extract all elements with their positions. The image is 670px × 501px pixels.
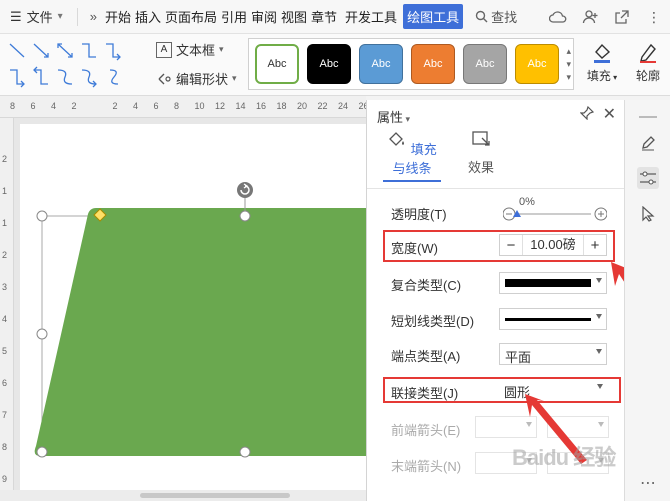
tab-view[interactable]: 视图 [279, 7, 309, 26]
ruler-tick: 20 [297, 101, 308, 111]
chevron-down-icon: ▾ [610, 73, 618, 82]
more-icon[interactable]: ⋯ [637, 472, 659, 494]
right-side-toolbar: ⋯ [624, 100, 670, 501]
vertical-ruler: 2 1 1 2 3 4 5 6 7 8 9 [0, 118, 14, 490]
tab-developer[interactable]: 开发工具 [343, 7, 399, 26]
ruler-tick: 18 [276, 101, 287, 111]
chevron-down-icon: ▾ [57, 11, 63, 22]
file-menu[interactable]: ☰ 文件 ▾ [0, 0, 71, 33]
menu-bar: ☰ 文件 ▾ » 开始 插入 页面布局 引用 审阅 视图 章节 开发工具 绘图工… [0, 0, 670, 34]
line-shapes-icon [9, 43, 121, 88]
fill-button[interactable]: 填充 ▾ [582, 40, 622, 84]
tab-review[interactable]: 审阅 [249, 7, 279, 26]
ruler-tick: 10 [194, 101, 205, 111]
collapse-handle-icon[interactable] [637, 106, 659, 128]
ruler-tick: 24 [338, 101, 349, 111]
scrollbar-thumb[interactable] [140, 493, 290, 498]
ruler-tick: 12 [215, 101, 226, 111]
edit-shape-button[interactable]: 编辑形状 ▾ [156, 69, 237, 88]
selected-shape-layer [34, 182, 366, 458]
style-pen-icon[interactable] [637, 132, 659, 154]
export-icon[interactable] [612, 7, 632, 27]
ruler-tick: 4 [51, 101, 57, 111]
ruler-tick: 6 [2, 378, 8, 388]
trapezoid-shape[interactable] [34, 208, 366, 456]
ruler-tick: 14 [235, 101, 246, 111]
horizontal-scrollbar[interactable] [0, 490, 366, 501]
ruler-tick: 7 [2, 410, 8, 420]
ruler-tick: 8 [10, 101, 16, 111]
document-canvas [14, 118, 366, 490]
tab-chapter[interactable]: 章节 [309, 7, 339, 26]
line-shapes-gallery[interactable] [6, 40, 126, 90]
ruler-tick: 6 [153, 101, 159, 111]
watermark: Baidu 经验 [512, 445, 616, 470]
ruler-tick: 2 [2, 154, 8, 164]
resize-handle[interactable] [36, 210, 48, 222]
tab-references[interactable]: 引用 [219, 7, 249, 26]
search-label: 查找 [491, 10, 518, 25]
style-chip-gray[interactable]: Abc [463, 44, 507, 84]
select-cursor-icon[interactable] [637, 203, 659, 225]
divider [76, 7, 78, 26]
paint-bucket-icon [594, 43, 611, 63]
edit-shape-label: 编辑形状 [176, 72, 229, 87]
more-tabs-icon[interactable]: » [84, 9, 103, 24]
ruler-tick: 1 [2, 186, 8, 196]
ruler-tick: 2 [71, 101, 77, 111]
textbox-label: 文本框 [176, 43, 216, 58]
tab-home[interactable]: 开始 [103, 7, 133, 26]
ruler-tick: 2 [2, 250, 8, 260]
style-chip-gold[interactable]: Abc [515, 44, 559, 84]
style-chip-orange[interactable]: Abc [411, 44, 455, 84]
ruler-tick: 2 [112, 101, 118, 111]
search-box[interactable]: 查找 [475, 7, 517, 26]
ruler-tick: 16 [256, 101, 267, 111]
resize-handle[interactable] [239, 210, 251, 222]
ruler-tick: 1 [2, 218, 8, 228]
tab-drawing-tools[interactable]: 绘图工具 [403, 4, 464, 29]
outline-pen-icon [640, 43, 656, 63]
share-user-icon[interactable] [580, 7, 600, 27]
ruler-tick: 9 [2, 474, 8, 484]
ruler-tick: 8 [174, 101, 180, 111]
file-menu-label: 文件 [26, 10, 53, 25]
cloud-sync-icon[interactable] [548, 7, 568, 27]
tab-insert[interactable]: 插入 [133, 7, 163, 26]
textbox-button[interactable]: A 文本框 ▾ [156, 40, 237, 59]
ruler-tick: 6 [30, 101, 36, 111]
ruler-tick: 3 [2, 282, 8, 292]
ruler-tick: 22 [317, 101, 328, 111]
horizontal-ruler: 8 6 4 2 2 4 6 8 10 12 14 16 18 20 22 24 26 [0, 96, 369, 118]
ruler-tick: 8 [2, 442, 8, 452]
ruler-tick: 5 [2, 346, 8, 356]
more-icon[interactable]: ⋮ [644, 7, 664, 27]
tab-page-layout[interactable]: 页面布局 [163, 7, 219, 26]
edit-shape-icon [158, 73, 171, 84]
resize-handle[interactable] [239, 446, 251, 458]
outline-button[interactable]: 轮廓 [628, 40, 668, 84]
style-chip-black[interactable]: Abc [307, 44, 351, 84]
search-icon [475, 10, 488, 23]
style-chip-outline-green[interactable]: Abc [255, 44, 299, 84]
shape-styles-gallery: Abc Abc Abc Abc Abc Abc ▴ ▾ ▾ [248, 38, 574, 90]
ruler-tick: 4 [2, 314, 8, 324]
ruler-tick: 4 [133, 101, 139, 111]
textbox-icon: A [156, 41, 172, 58]
chevron-down-icon: ▾ [219, 44, 224, 54]
style-chip-blue[interactable]: Abc [359, 44, 403, 84]
hamburger-icon: ☰ [10, 8, 22, 24]
chevron-down-icon: ▾ [232, 73, 237, 83]
resize-handle[interactable] [36, 446, 48, 458]
resize-handle[interactable] [36, 328, 48, 340]
ribbon: A 文本框 ▾ 编辑形状 ▾ Abc Abc Abc Abc Abc Abc ▴… [0, 34, 670, 96]
rotate-handle-icon[interactable] [237, 182, 253, 198]
properties-sliders-icon[interactable] [637, 167, 659, 189]
styles-scroll-icon[interactable]: ▴ ▾ ▾ [566, 45, 571, 84]
